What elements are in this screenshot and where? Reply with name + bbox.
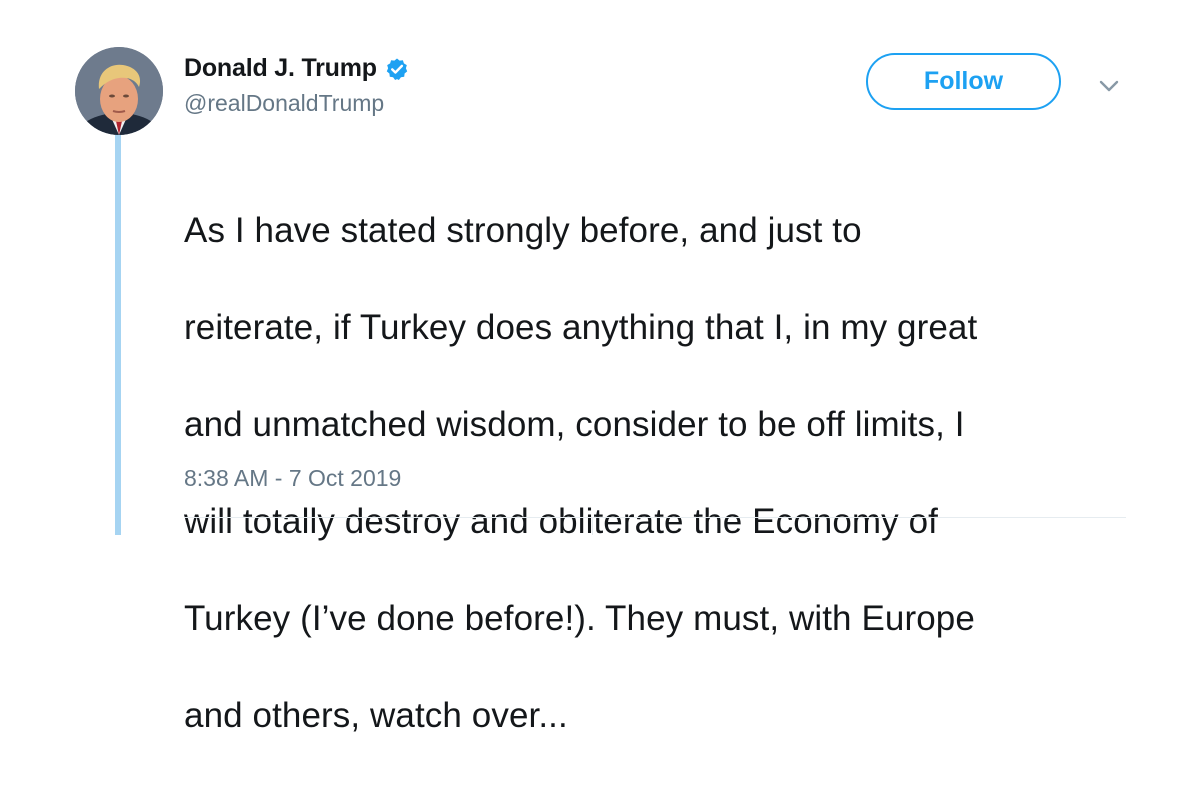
avatar[interactable] — [75, 47, 163, 135]
tweet-text-line: and unmatched wisdom, consider to be off… — [184, 404, 965, 444]
user-handle[interactable]: @realDonaldTrump — [184, 90, 384, 117]
chevron-down-icon[interactable] — [1098, 78, 1120, 94]
follow-button[interactable]: Follow — [866, 53, 1061, 110]
verified-badge-icon — [385, 57, 409, 81]
display-name[interactable]: Donald J. Trump — [184, 54, 377, 83]
name-row: Donald J. Trump — [184, 54, 409, 83]
divider-vertical — [592, 517, 593, 535]
tweet-text-line: Turkey (I’ve done before!). They must, w… — [184, 598, 975, 638]
tweet-card: Donald J. Trump @realDonaldTrump Follow … — [0, 0, 1200, 735]
profile-photo-icon — [75, 47, 163, 135]
tweet-text-line: will totally destroy and obliterate the … — [184, 501, 938, 541]
tweet-timestamp[interactable]: 8:38 AM - 7 Oct 2019 — [184, 465, 401, 492]
divider — [184, 517, 1126, 518]
thread-line — [115, 135, 121, 535]
tweet-text-line: reiterate, if Turkey does anything that … — [184, 307, 978, 347]
tweet-text-line: and others, watch over... — [184, 695, 568, 735]
tweet-text-line: As I have stated strongly before, and ju… — [184, 210, 862, 250]
